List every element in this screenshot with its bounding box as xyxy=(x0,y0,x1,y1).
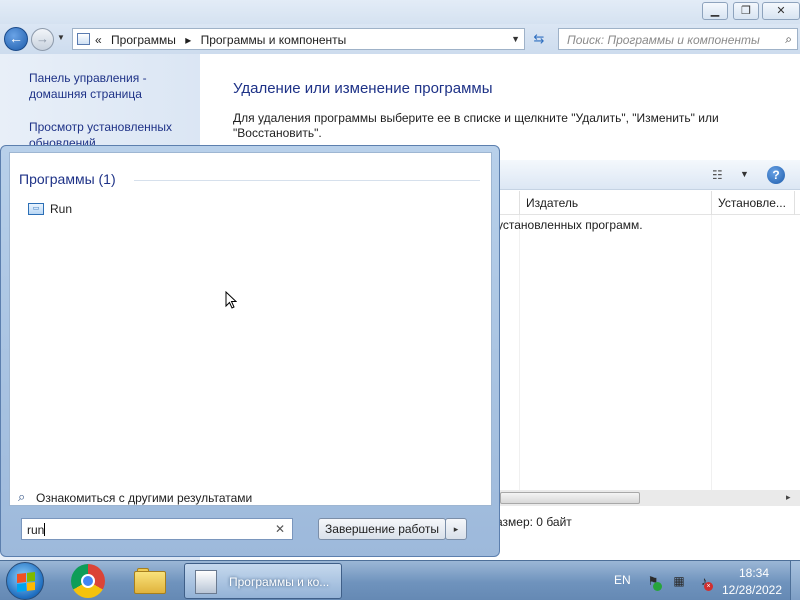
result-item-run[interactable]: ▭ Run xyxy=(28,201,228,219)
muted-badge-icon: × xyxy=(704,582,713,591)
programs-features-icon xyxy=(195,570,217,594)
run-icon: ▭ xyxy=(28,203,44,215)
help-icon[interactable]: ? xyxy=(767,166,785,184)
shutdown-options-button[interactable]: ▸ xyxy=(445,518,467,540)
control-panel-icon xyxy=(77,33,90,45)
view-options-icon[interactable]: ☷ xyxy=(712,168,723,182)
view-options-dropdown[interactable]: ▼ xyxy=(740,169,749,179)
empty-list-message: установленных программ. xyxy=(497,218,643,232)
close-button[interactable]: ✕ xyxy=(762,2,800,20)
clock-time[interactable]: 18:34 xyxy=(724,566,784,580)
column-gridline xyxy=(519,215,520,490)
search-icon: ⌕ xyxy=(18,489,26,504)
start-search-input[interactable]: run ✕ xyxy=(21,518,293,540)
language-indicator[interactable]: EN xyxy=(614,573,631,587)
file-explorer-icon[interactable] xyxy=(134,568,168,596)
search-box[interactable]: Поиск: Программы и компоненты ⌕ xyxy=(558,28,798,50)
breadcrumb-programs[interactable]: Программы xyxy=(111,33,176,47)
column-divider[interactable] xyxy=(794,191,795,215)
windows-logo-icon xyxy=(17,572,35,592)
page-description: Для удаления программы выберите ее в спи… xyxy=(233,111,719,140)
recent-pages-dropdown[interactable]: ▼ xyxy=(57,33,65,42)
scrollbar-thumb[interactable] xyxy=(500,492,640,504)
start-button[interactable] xyxy=(6,562,44,600)
navigation-bar: ← → ▼ « Программы ▸ Программы и компонен… xyxy=(0,24,800,54)
programs-group-header: Программы (1) xyxy=(19,171,116,187)
start-menu: Программы (1) ▭ Run ⌕ Ознакомиться с дру… xyxy=(0,145,500,557)
group-divider xyxy=(134,180,480,181)
shutdown-button[interactable]: Завершение работы xyxy=(318,518,446,540)
search-results-panel: Программы (1) ▭ Run ⌕ Ознакомиться с дру… xyxy=(9,152,492,506)
scroll-right-arrow[interactable]: ▸ xyxy=(786,492,791,503)
clock-date[interactable]: 12/28/2022 xyxy=(718,583,786,597)
column-publisher[interactable]: Издатель xyxy=(526,196,578,210)
breadcrumb-separator[interactable]: ▸ xyxy=(185,33,191,47)
taskbar-button-programs[interactable]: Программы и ко... xyxy=(184,563,342,599)
result-item-label: Run xyxy=(50,202,73,216)
network-icon[interactable]: ▦ xyxy=(671,573,687,589)
column-gridline xyxy=(711,215,712,490)
page-title: Удаление или изменение программы xyxy=(233,80,493,97)
search-icon[interactable]: ⌕ xyxy=(785,32,792,47)
clear-search-icon[interactable]: ✕ xyxy=(275,522,285,536)
search-placeholder: Поиск: Программы и компоненты xyxy=(567,33,760,47)
taskbar-button-label: Программы и ко... xyxy=(229,575,330,589)
column-divider[interactable] xyxy=(519,191,520,215)
title-bar: ▁ ❐ ✕ xyxy=(0,0,800,24)
minimize-button[interactable]: ▁ xyxy=(702,2,728,20)
see-more-results-label: Ознакомиться с другими результатами xyxy=(36,491,253,505)
maximize-button[interactable]: ❐ xyxy=(733,2,759,20)
start-search-value: run xyxy=(27,523,46,537)
refresh-button[interactable]: ⇆ xyxy=(528,28,550,50)
column-installed[interactable]: Установле... xyxy=(718,196,786,210)
see-more-results-link[interactable]: ⌕ Ознакомиться с другими результатами xyxy=(18,489,318,507)
control-panel-home-link[interactable]: Панель управления - домашняя страница xyxy=(29,70,189,102)
column-divider[interactable] xyxy=(711,191,712,215)
ok-badge-icon xyxy=(653,582,662,591)
address-dropdown[interactable]: ▼ xyxy=(511,34,520,44)
taskbar: Программы и ко... EN ⚑ ▦ ♪ × 18:34 12/28… xyxy=(0,560,800,600)
mouse-cursor-icon xyxy=(225,291,237,309)
breadcrumb-programs-features[interactable]: Программы и компоненты xyxy=(201,33,347,47)
breadcrumb-chevron[interactable]: « xyxy=(95,33,102,47)
show-desktop-button[interactable] xyxy=(790,561,800,600)
breadcrumb: « Программы ▸ Программы и компоненты xyxy=(95,33,352,47)
horizontal-scrollbar[interactable]: ▸ xyxy=(500,490,800,506)
back-button[interactable]: ← xyxy=(4,27,28,51)
status-size: азмер: 0 байт xyxy=(496,515,572,529)
forward-button[interactable]: → xyxy=(31,28,54,51)
address-bar[interactable]: « Программы ▸ Программы и компоненты ▼ xyxy=(72,28,525,50)
chrome-icon[interactable] xyxy=(71,564,105,598)
